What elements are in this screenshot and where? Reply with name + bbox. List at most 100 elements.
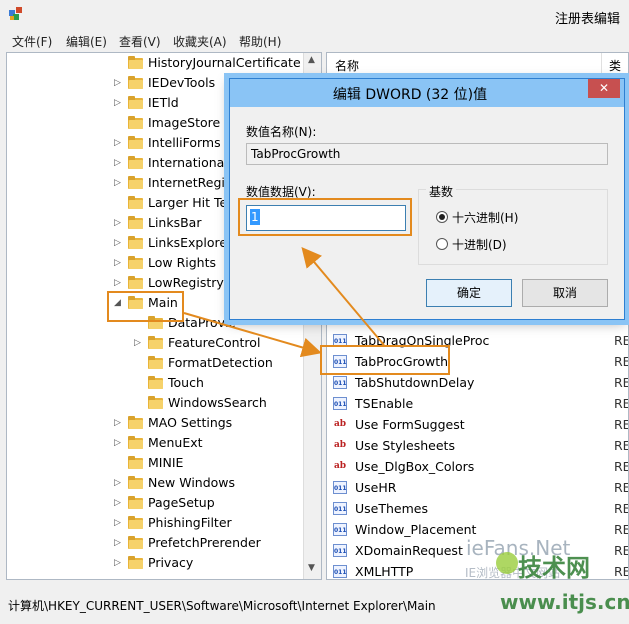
value-name: UseHR [355,480,397,495]
value-name: Use_DlgBox_Colors [355,459,475,474]
tree-key-label: PhishingFilter [148,515,232,530]
menu-bar: 文件(F) 编辑(E) 查看(V) 收藏夹(A) 帮助(H) [0,32,629,52]
tree-key-label: HistoryJournalCertificate [148,55,301,70]
collapsed-arrow-icon[interactable]: ▷ [114,253,124,273]
folder-icon [128,516,144,529]
tree-key-label: LinksExplorer [148,235,233,250]
value-type: REG [614,480,628,495]
tree-key-historyjournalcertificate[interactable]: HistoryJournalCertificate [7,53,305,73]
tree-key-windowssearch[interactable]: WindowsSearch [7,393,305,413]
tree-key-menuext[interactable]: ▷ MenuExt [7,433,305,453]
radio-decimal[interactable] [436,238,448,250]
tree-key-label: Privacy [148,555,194,570]
collapsed-arrow-icon[interactable]: ▷ [114,273,124,293]
radio-decimal-label[interactable]: 十进制(D) [452,236,507,253]
radio-hex-label[interactable]: 十六进制(H) [452,209,518,226]
scroll-down-icon[interactable]: ▼ [308,563,315,573]
tree-key-phishingfilter[interactable]: ▷ PhishingFilter [7,513,305,533]
menu-view[interactable]: 查看(V) [119,33,161,50]
value-name-field[interactable]: TabProcGrowth [246,143,608,165]
tree-key-minie[interactable]: MINIE [7,453,305,473]
tree-key-label: Larger Hit Tes [148,195,234,210]
tree-key-label: PrefetchPrerender [148,535,261,550]
value-name: Use FormSuggest [355,417,465,432]
radio-selected-dot [439,214,445,220]
value-row-usethemes[interactable]: 011 UseThemes REG [331,498,628,519]
tree-key-label: Low Rights [148,255,217,270]
watermark-brand: 技术网 [518,554,590,582]
folder-icon [128,436,144,449]
collapsed-arrow-icon[interactable]: ▷ [114,433,124,453]
string-value-icon: ab [333,461,347,471]
tree-key-pagesetup[interactable]: ▷ PageSetup [7,493,305,513]
collapsed-arrow-icon[interactable]: ▷ [114,173,124,193]
value-row-usehr[interactable]: 011 UseHR REG [331,477,628,498]
tree-key-new-windows[interactable]: ▷ New Windows [7,473,305,493]
menu-edit[interactable]: 编辑(E) [66,33,107,50]
folder-icon [128,96,144,109]
collapsed-arrow-icon[interactable]: ▷ [114,553,124,573]
folder-icon [148,396,164,409]
value-row-tabshutdowndelay[interactable]: 011 TabShutdownDelay REG [331,372,628,393]
folder-icon [128,156,144,169]
tree-key-label: MINIE [148,455,184,470]
highlight-tabprocgrowth [320,345,450,375]
binary-value-icon: 011 [333,544,347,557]
collapsed-arrow-icon[interactable]: ▷ [114,233,124,253]
collapsed-arrow-icon[interactable]: ▷ [134,333,144,353]
ok-button[interactable]: 确定 [426,279,512,307]
list-header: 名称 类型 [327,53,628,90]
folder-icon [148,356,164,369]
cancel-button[interactable]: 取消 [522,279,608,307]
radio-hex[interactable] [436,211,448,223]
tree-key-formatdetection[interactable]: FormatDetection [7,353,305,373]
value-row-use-stylesheets[interactable]: ab Use Stylesheets REG [331,435,628,456]
binary-value-icon: 011 [333,565,347,578]
tree-key-mao-settings[interactable]: ▷ MAO Settings [7,413,305,433]
collapsed-arrow-icon[interactable]: ▷ [114,533,124,553]
value-type: REG [614,522,628,537]
folder-icon [148,336,164,349]
collapsed-arrow-icon[interactable]: ▷ [114,413,124,433]
collapsed-arrow-icon[interactable]: ▷ [114,493,124,513]
status-key-path: 计算机\HKEY_CURRENT_USER\Software\Microsoft… [8,599,436,613]
tree-key-label: InternetRegist [148,175,237,190]
string-value-icon: ab [333,419,347,429]
collapsed-arrow-icon[interactable]: ▷ [114,133,124,153]
value-row-use-dlgbox-colors[interactable]: ab Use_DlgBox_Colors REG [331,456,628,477]
tree-key-label: IEDevTools [148,75,216,90]
column-divider[interactable] [601,53,602,75]
tree-key-featurecontrol[interactable]: ▷ FeatureControl [7,333,305,353]
value-type: REG [614,543,628,558]
value-type: REG [614,417,628,432]
base-groupbox [418,189,608,265]
collapsed-arrow-icon[interactable]: ▷ [114,513,124,533]
collapsed-arrow-icon[interactable]: ▷ [114,213,124,233]
scroll-up-icon[interactable]: ▲ [308,55,315,65]
tree-key-touch[interactable]: Touch [7,373,305,393]
menu-favorites[interactable]: 收藏夹(A) [173,33,227,50]
tree-key-label: MAO Settings [148,415,233,430]
folder-icon [128,196,144,209]
value-type: REG [614,501,628,516]
tree-key-prefetchprerender[interactable]: ▷ PrefetchPrerender [7,533,305,553]
highlight-main-key [107,291,184,322]
tree-key-label: PageSetup [148,495,215,510]
value-row-tsenable[interactable]: 011 TSEnable REG [331,393,628,414]
folder-icon [128,76,144,89]
collapsed-arrow-icon[interactable]: ▷ [114,73,124,93]
tree-key-label: LinksBar [148,215,202,230]
dialog-title: 编辑 DWORD (32 位)值 [332,87,488,103]
collapsed-arrow-icon[interactable]: ▷ [114,473,124,493]
column-header-name[interactable]: 名称 [335,57,359,74]
tree-key-label: Touch [168,375,204,390]
tree-key-privacy[interactable]: ▷ Privacy [7,553,305,573]
folder-icon [128,116,144,129]
collapsed-arrow-icon[interactable]: ▷ [114,93,124,113]
close-icon[interactable]: ✕ [588,79,620,98]
value-row-use-formsuggest[interactable]: ab Use FormSuggest REG [331,414,628,435]
menu-help[interactable]: 帮助(H) [239,33,281,50]
menu-file[interactable]: 文件(F) [12,33,52,50]
dialog-title-bar[interactable]: 编辑 DWORD (32 位)值 ✕ [230,79,624,107]
collapsed-arrow-icon[interactable]: ▷ [114,153,124,173]
